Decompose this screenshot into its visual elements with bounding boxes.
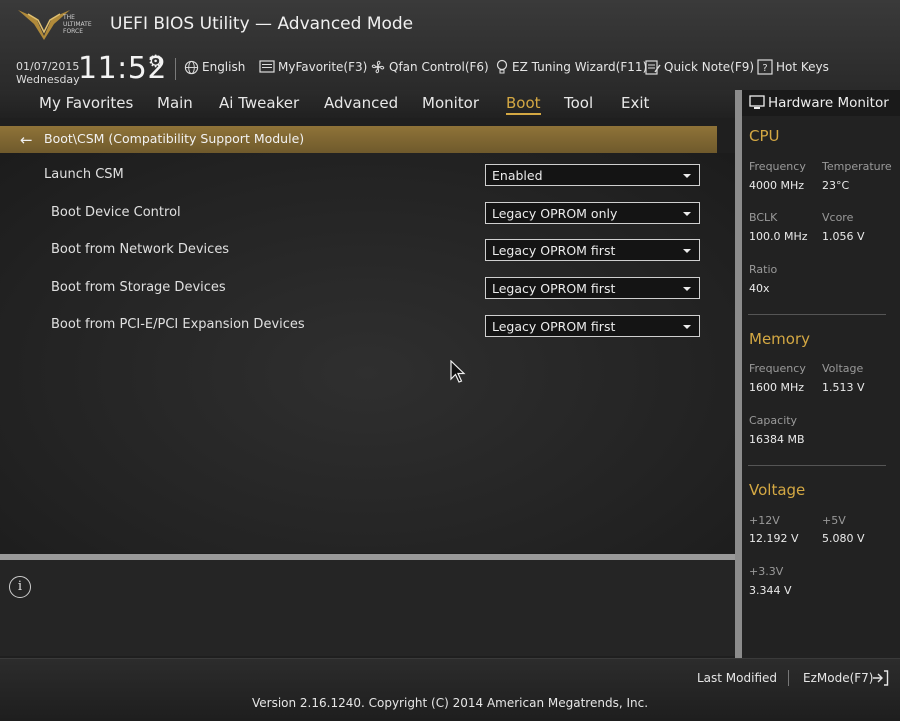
cpu-temperature-label: Temperature — [822, 160, 892, 173]
v5-label: +5V — [822, 514, 846, 527]
cpu-frequency-label: Frequency — [749, 160, 806, 173]
boot-storage-label[interactable]: Boot from Storage Devices — [51, 280, 226, 295]
launch-csm-label[interactable]: Launch CSM — [44, 167, 124, 182]
tab-exit[interactable]: Exit — [621, 94, 649, 112]
boot-network-value: Legacy OPROM first — [492, 243, 616, 258]
bclk-value: 100.0 MHz — [749, 230, 808, 243]
fan-icon — [371, 60, 385, 74]
ratio-label: Ratio — [749, 263, 778, 276]
hot-keys-button[interactable]: ? Hot Keys — [757, 59, 829, 75]
v12-label: +12V — [749, 514, 780, 527]
logo-text: THE ULTIMATE FORCE — [63, 14, 92, 35]
memory-heading: Memory — [749, 330, 811, 348]
tab-tool[interactable]: Tool — [564, 94, 593, 112]
boot-device-control-label[interactable]: Boot Device Control — [51, 205, 181, 220]
boot-pcie-value: Legacy OPROM first — [492, 319, 616, 334]
boot-network-dropdown[interactable]: Legacy OPROM first — [485, 239, 700, 261]
ez-tuning-wizard-button[interactable]: EZ Tuning Wizard(F11) — [495, 59, 647, 75]
header-separator — [175, 58, 176, 80]
boot-pcie-label[interactable]: Boot from PCI-E/PCI Expansion Devices — [51, 317, 305, 332]
cpu-frequency-value: 4000 MHz — [749, 179, 805, 192]
cpu-heading: CPU — [749, 127, 780, 145]
info-icon: i — [9, 576, 31, 598]
footer-separator — [788, 670, 789, 686]
help-panel — [0, 560, 735, 656]
mouse-pointer-icon — [450, 360, 466, 383]
ez-tuning-wizard-label: EZ Tuning Wizard(F11) — [512, 60, 648, 74]
launch-csm-dropdown[interactable]: Enabled — [485, 164, 700, 186]
chevron-down-icon — [683, 212, 691, 216]
memory-capacity-label: Capacity — [749, 414, 798, 427]
tab-boot[interactable]: Boot — [506, 94, 541, 115]
boot-storage-value: Legacy OPROM first — [492, 281, 616, 296]
bclk-label: BCLK — [749, 211, 778, 224]
back-arrow-icon[interactable]: ← — [20, 131, 33, 149]
tab-advanced[interactable]: Advanced — [324, 94, 398, 112]
footer-bar — [0, 658, 900, 721]
svg-text:?: ? — [762, 63, 767, 74]
boot-storage-dropdown[interactable]: Legacy OPROM first — [485, 277, 700, 299]
breadcrumb-path: Boot\CSM (Compatibility Support Module) — [44, 131, 305, 146]
memory-frequency-label: Frequency — [749, 362, 806, 375]
myfavorite-button[interactable]: MyFavorite(F3) — [259, 59, 367, 75]
clock-settings-gear-icon[interactable]: ⚙ — [148, 52, 163, 72]
hardware-monitor-title: Hardware Monitor — [768, 95, 889, 111]
v33-label: +3.3V — [749, 565, 784, 578]
boot-pcie-dropdown[interactable]: Legacy OPROM first — [485, 315, 700, 337]
boot-device-control-dropdown[interactable]: Legacy OPROM only — [485, 202, 700, 224]
v5-value: 5.080 V — [822, 532, 865, 545]
tab-monitor[interactable]: Monitor — [422, 94, 479, 112]
ezmode-button[interactable]: EzMode(F7) — [803, 671, 873, 685]
hot-keys-label: Hot Keys — [776, 60, 829, 74]
question-box-icon: ? — [757, 59, 773, 75]
section-divider — [748, 465, 886, 466]
tab-main[interactable]: Main — [157, 94, 193, 112]
qfan-control-label: Qfan Control(F6) — [389, 60, 489, 74]
section-divider — [748, 314, 886, 315]
tab-ai-tweaker[interactable]: Ai Tweaker — [219, 94, 299, 112]
boot-device-control-value: Legacy OPROM only — [492, 206, 618, 221]
boot-network-label[interactable]: Boot from Network Devices — [51, 242, 229, 257]
vcore-label: Vcore — [822, 211, 854, 224]
v12-value: 12.192 V — [749, 532, 799, 545]
chevron-down-icon — [683, 287, 691, 291]
date: 01/07/2015 — [16, 60, 80, 73]
myfavorite-label: MyFavorite(F3) — [278, 60, 368, 74]
memory-frequency-value: 1600 MHz — [749, 381, 805, 394]
quick-note-label: Quick Note(F9) — [664, 60, 755, 74]
weekday: Wednesday — [16, 73, 80, 86]
language-button[interactable]: English — [184, 59, 245, 75]
panel-separator — [735, 90, 742, 658]
qfan-control-button[interactable]: Qfan Control(F6) — [370, 59, 489, 75]
memory-capacity-value: 16384 MB — [749, 433, 805, 446]
chevron-down-icon — [683, 249, 691, 253]
v33-value: 3.344 V — [749, 584, 792, 597]
lightbulb-icon — [496, 59, 508, 74]
cpu-temperature-value: 23°C — [822, 179, 850, 192]
last-modified-button[interactable]: Last Modified — [697, 671, 777, 685]
ratio-value: 40x — [749, 282, 770, 295]
memory-voltage-label: Voltage — [822, 362, 864, 375]
tab-my-favorites[interactable]: My Favorites — [39, 94, 133, 112]
note-icon — [645, 59, 661, 75]
version-text: Version 2.16.1240. Copyright (C) 2014 Am… — [251, 696, 649, 710]
app-title: UEFI BIOS Utility — Advanced Mode — [110, 14, 414, 34]
vcore-value: 1.056 V — [822, 230, 865, 243]
chevron-down-icon — [683, 174, 691, 178]
exit-arrow-icon[interactable] — [872, 670, 889, 686]
launch-csm-value: Enabled — [492, 168, 543, 183]
language-label: English — [202, 60, 246, 74]
monitor-icon — [749, 95, 765, 109]
favorite-page-icon — [259, 60, 275, 73]
globe-icon — [184, 60, 199, 74]
memory-voltage-value: 1.513 V — [822, 381, 865, 394]
voltage-heading: Voltage — [749, 481, 806, 499]
quick-note-button[interactable]: Quick Note(F9) — [645, 59, 754, 75]
chevron-down-icon — [683, 325, 691, 329]
